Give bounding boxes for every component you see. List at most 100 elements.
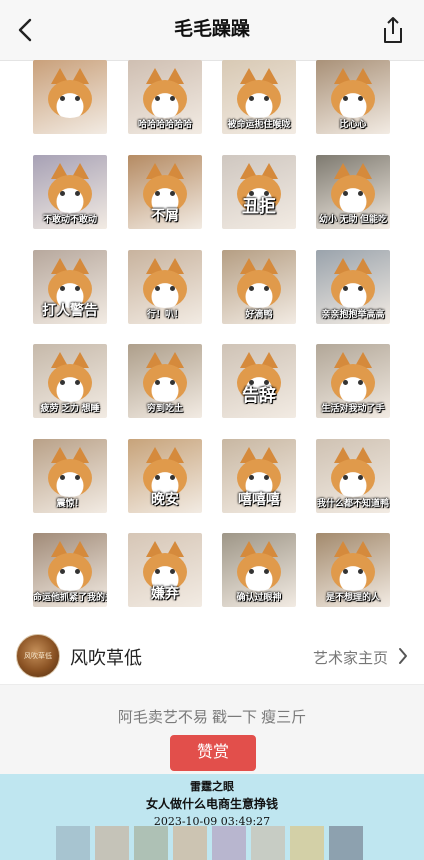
- page-title: 毛毛躁躁: [173, 19, 250, 40]
- sticker-item[interactable]: 确认过眼神: [222, 533, 296, 607]
- cat-eye: [75, 380, 80, 385]
- cat-eye: [155, 96, 160, 101]
- sticker-caption: 幼小 无助 但能吃: [318, 214, 387, 224]
- cat-eye: [60, 96, 65, 101]
- cat-eye: [75, 475, 80, 480]
- sticker-item[interactable]: 行！叭！: [128, 250, 202, 324]
- sticker-item[interactable]: 命运他抓紧了我的头皮: [33, 533, 107, 607]
- sticker-item[interactable]: 被命运扼住喉咙: [222, 60, 296, 134]
- artist-row[interactable]: 风吹草低 风吹草低 艺术家主页: [0, 632, 424, 682]
- cat-face: [331, 175, 375, 213]
- sticker-item[interactable]: 嫌弃: [128, 533, 202, 607]
- thumbnail-image: [95, 826, 129, 860]
- sticker-caption: 好滴鸭: [245, 309, 273, 319]
- cat-eye: [60, 191, 65, 196]
- sticker-caption: 被命运扼住喉咙: [227, 119, 291, 129]
- thumbnail-image: [290, 826, 324, 860]
- sticker-item[interactable]: 疲劳 乏力 想睡: [33, 344, 107, 418]
- thumbnail-image: [329, 826, 363, 860]
- cat-eye: [170, 380, 175, 385]
- cat-face: [48, 175, 92, 213]
- sticker-item[interactable]: 幼小 无助 但能吃: [316, 155, 390, 229]
- cat-face: [331, 459, 375, 497]
- cat-eye: [155, 380, 160, 385]
- cat-eye: [60, 380, 65, 385]
- cat-eye: [60, 286, 65, 291]
- cat-face: [143, 80, 187, 118]
- sticker-caption: 行！叭！: [146, 309, 183, 319]
- cat-eye: [170, 475, 175, 480]
- cat-face: [237, 553, 281, 591]
- cat-eye: [343, 191, 348, 196]
- cat-face: [143, 270, 187, 308]
- sticker-caption: 命运他抓紧了我的头皮: [33, 592, 107, 602]
- sticker-item[interactable]: 比心心: [316, 60, 390, 134]
- cat-eye: [170, 96, 175, 101]
- thumbnail-image: [251, 826, 285, 860]
- sticker-item[interactable]: 告辞: [222, 344, 296, 418]
- sticker-caption: 穷到吃土: [146, 403, 183, 413]
- sticker-caption: 疲劳 乏力 想睡: [40, 403, 100, 413]
- sticker-item[interactable]: 震惊！: [33, 439, 107, 513]
- cat-eye: [170, 191, 175, 196]
- thumbnail-image: [173, 826, 207, 860]
- sticker-caption: 我什么都不知道鸭: [316, 498, 389, 508]
- artist-home-link[interactable]: 艺术家主页: [313, 647, 388, 668]
- cat-eye: [264, 286, 269, 291]
- sticker-grid: 哈哈哈哈哈哈 被命运扼住喉咙 比心心不敢动不敢动 不屑 丑拒幼小 无助 但能吃打人警告 行…: [0, 60, 424, 616]
- sticker-caption: 比心心: [339, 119, 367, 129]
- sticker-item[interactable]: 不敢动不敢动: [33, 155, 107, 229]
- sticker-item[interactable]: 打人警告: [33, 250, 107, 324]
- cat-eye: [75, 96, 80, 101]
- sticker-caption: 确认过眼神: [236, 592, 282, 602]
- sticker-caption: 震惊！: [56, 498, 84, 508]
- cat-eye: [249, 96, 254, 101]
- sticker-item[interactable]: 不屑: [128, 155, 202, 229]
- sticker-item[interactable]: 哈哈哈哈哈哈: [128, 60, 202, 134]
- sticker-item[interactable]: 晚安: [128, 439, 202, 513]
- top-navigation-bar: 毛毛躁躁: [0, 0, 424, 61]
- sticker-item[interactable]: 我什么都不知道鸭: [316, 439, 390, 513]
- sticker-item[interactable]: 生活对我动了手: [316, 344, 390, 418]
- sticker-caption: 不敢动不敢动: [42, 214, 97, 224]
- sticker-caption: 嘻嘻嘻: [238, 491, 280, 507]
- cat-eye: [264, 569, 269, 574]
- cat-eye: [343, 475, 348, 480]
- sticker-item[interactable]: [33, 60, 107, 134]
- sticker-caption: 亲亲抱抱举高高: [321, 309, 385, 319]
- cat-eye: [155, 286, 160, 291]
- share-button[interactable]: [378, 14, 408, 46]
- cat-eye: [249, 286, 254, 291]
- cat-eye: [358, 569, 363, 574]
- cat-eye: [343, 569, 348, 574]
- cat-eye: [60, 569, 65, 574]
- thumbnail-image: [56, 826, 90, 860]
- cat-eye: [358, 380, 363, 385]
- sticker-caption: 嫌弃: [151, 585, 179, 601]
- sticker-item[interactable]: 丑拒: [222, 155, 296, 229]
- cat-eye: [343, 380, 348, 385]
- artist-name: 风吹草低: [70, 648, 142, 668]
- share-icon: [384, 17, 402, 43]
- reward-button[interactable]: 赞赏: [170, 735, 256, 771]
- sticker-item[interactable]: 好滴鸭: [222, 250, 296, 324]
- cat-eye: [358, 96, 363, 101]
- cat-face: [48, 364, 92, 402]
- cat-eye: [75, 191, 80, 196]
- sticker-item[interactable]: 穷到吃土: [128, 344, 202, 418]
- cat-eye: [155, 475, 160, 480]
- sticker-item[interactable]: 嘻嘻嘻: [222, 439, 296, 513]
- sticker-item[interactable]: 亲亲抱抱举高高: [316, 250, 390, 324]
- sticker-caption: 晚安: [151, 491, 179, 507]
- sticker-item[interactable]: 是不想理的人: [316, 533, 390, 607]
- watermark-line-2: 女人做什么电商生意挣钱: [145, 797, 278, 811]
- thumbnail-image: [134, 826, 168, 860]
- cat-face: [48, 80, 92, 118]
- watermark-line-1: 雷霆之眼: [190, 780, 234, 793]
- cat-face: [237, 270, 281, 308]
- cat-eye: [155, 569, 160, 574]
- cat-face: [48, 459, 92, 497]
- sticker-caption: 打人警告: [42, 302, 98, 318]
- thumbnail-image: [212, 826, 246, 860]
- cat-face: [331, 364, 375, 402]
